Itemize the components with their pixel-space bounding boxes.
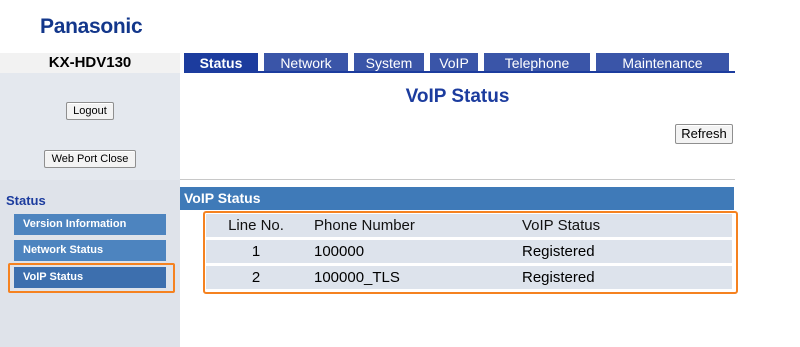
table-highlight [203, 211, 738, 294]
divider [180, 179, 735, 180]
selected-item-highlight [8, 263, 175, 293]
page-title: VoIP Status [405, 86, 510, 107]
sidebar-item-network-status[interactable]: Network Status [14, 240, 166, 261]
sidebar: Logout Web Port Close Status Version Inf… [0, 73, 180, 347]
sidebar-section-heading: Status [6, 193, 46, 208]
sidebar-actions: Logout Web Port Close [0, 73, 180, 180]
refresh-button[interactable]: Refresh [675, 124, 733, 144]
tab-network[interactable]: Network [264, 53, 348, 73]
model-name: KX-HDV130 [0, 53, 180, 73]
tab-voip[interactable]: VoIP [430, 53, 478, 73]
brand-logo: Panasonic [40, 15, 143, 38]
tabs-underline [184, 71, 735, 73]
tab-status[interactable]: Status [184, 53, 258, 73]
page: Panasonic KX-HDV130 Status Network Syste… [0, 0, 800, 347]
tab-telephone[interactable]: Telephone [484, 53, 590, 73]
logout-button[interactable]: Logout [66, 102, 114, 120]
tab-system[interactable]: System [354, 53, 424, 73]
web-port-close-button[interactable]: Web Port Close [44, 150, 136, 168]
main-tabs: Status Network System VoIP Telephone Mai… [184, 53, 735, 73]
sidebar-item-version-information[interactable]: Version Information [14, 214, 166, 235]
tab-maintenance[interactable]: Maintenance [596, 53, 729, 73]
section-title-bar: VoIP Status [180, 187, 734, 210]
